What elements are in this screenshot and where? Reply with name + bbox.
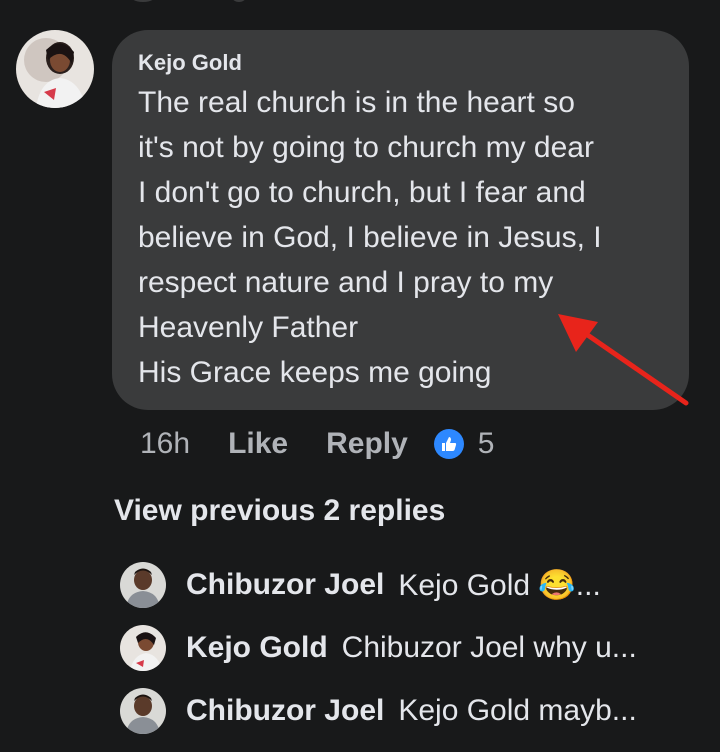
reply-text: Kejo Gold mayb... — [398, 694, 637, 727]
reply-author[interactable]: Kejo Gold — [186, 631, 328, 665]
reaction-count[interactable]: 5 — [478, 427, 495, 461]
reply-text: Kejo Gold 😂... — [398, 568, 601, 602]
reply-item[interactable]: Kejo Gold Chibuzor Joel why u... — [120, 623, 637, 673]
thumbs-up-icon[interactable] — [433, 429, 464, 459]
avatar[interactable] — [120, 688, 166, 734]
comment-timestamp[interactable]: 16h — [140, 427, 190, 461]
reply-author[interactable]: Chibuzor Joel — [186, 694, 384, 728]
reply-item[interactable]: Chibuzor Joel Kejo Gold 😂... — [120, 560, 601, 610]
reply-text: Chibuzor Joel why u... — [341, 631, 637, 664]
view-previous-replies-link[interactable]: View previous 2 replies — [114, 494, 445, 528]
red-arrow-annotation — [558, 314, 689, 406]
like-button[interactable]: Like — [228, 427, 288, 461]
chibuzor-joel-avatar-image — [120, 688, 166, 734]
reply-item[interactable]: Chibuzor Joel Kejo Gold mayb... — [120, 686, 637, 736]
avatar[interactable] — [16, 30, 94, 108]
reply-button[interactable]: Reply — [326, 427, 408, 461]
chibuzor-joel-avatar-image — [120, 562, 166, 608]
previous-item-fragment-2 — [232, 0, 246, 2]
reply-author[interactable]: Chibuzor Joel — [186, 568, 384, 602]
avatar[interactable] — [120, 625, 166, 671]
kejo-gold-avatar-image — [16, 30, 94, 108]
comment-author[interactable]: Kejo Gold — [138, 50, 663, 76]
comment-actions: 16h Like Reply 5 — [140, 424, 494, 464]
previous-item-fragment — [128, 0, 158, 2]
avatar[interactable] — [120, 562, 166, 608]
kejo-gold-avatar-image — [120, 625, 166, 671]
